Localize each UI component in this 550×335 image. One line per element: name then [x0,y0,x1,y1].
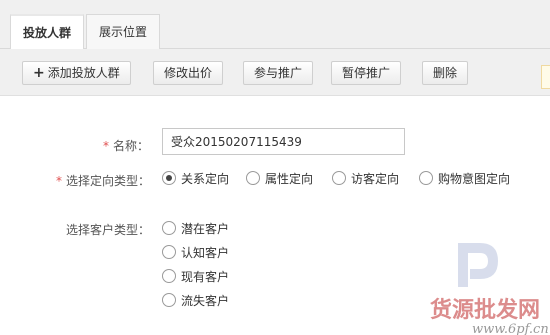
required-mark: * [55,174,62,188]
radio-visitor-targeting[interactable]: 访客定向 [332,169,399,187]
radio-icon [419,171,433,185]
tab-display-position[interactable]: 展示位置 [86,14,161,49]
customer-type-label: 选择客户类型： [65,223,150,237]
tab-bar: 投放人群 展示位置 [0,0,550,50]
radio-icon [162,269,176,283]
required-mark: * [102,139,109,153]
radio-icon [162,293,176,307]
tab-target-crowd[interactable]: 投放人群 [10,14,85,50]
pause-promotion-button[interactable]: 暂停推广 [331,61,402,85]
add-crowd-label: 添加投放人群 [47,66,120,80]
radio-selected-icon [162,171,176,185]
radio-lost-customer[interactable]: 流失客户 [162,291,229,309]
radio-existing-customer[interactable]: 现有客户 [162,267,229,285]
radio-icon [246,171,260,185]
modify-bid-button[interactable]: 修改出价 [153,61,224,85]
add-crowd-button[interactable]: + 添加投放人群 [22,61,131,85]
toolbar: + 添加投放人群 修改出价 参与推广 暂停推广 删除 [0,49,550,96]
target-type-label: * 选择定向类型： [55,174,150,188]
radio-potential-customer[interactable]: 潜在客户 [162,219,229,237]
radio-aware-customer[interactable]: 认知客户 [162,243,229,261]
name-label: * 名称： [102,139,149,153]
radio-icon [162,245,176,259]
radio-attribute-targeting[interactable]: 属性定向 [246,169,313,187]
crowd-form: *名称： *选择定向类型： 关系定向 属性定向 访客定向 购物意图定向 选择客户… [0,97,550,335]
radio-relation-targeting[interactable]: 关系定向 [162,169,229,187]
radio-shopping-intent-targeting[interactable]: 购物意图定向 [419,169,510,187]
name-input[interactable] [162,128,405,155]
plus-icon: + [33,65,45,81]
join-promotion-button[interactable]: 参与推广 [243,61,314,85]
radio-icon [162,221,176,235]
radio-icon [332,171,346,185]
delete-button[interactable]: 删除 [422,61,469,85]
side-panel-tab[interactable] [541,65,550,89]
